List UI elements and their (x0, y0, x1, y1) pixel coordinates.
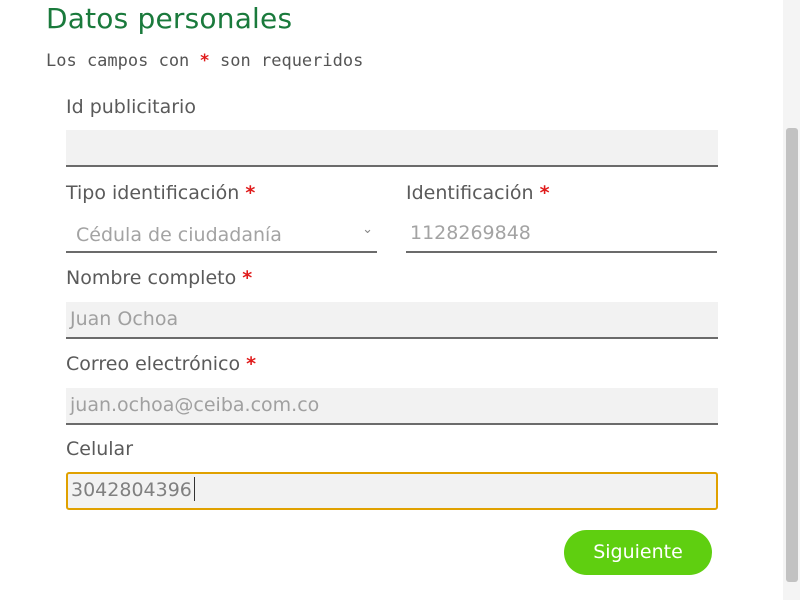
required-note-prefix: Los campos con (46, 51, 190, 71)
required-star: * (245, 182, 256, 204)
celular-label: Celular (66, 438, 133, 460)
identificacion-value: 1128269848 (410, 222, 531, 244)
celular-value: 3042804396 (71, 479, 192, 501)
tipo-identificacion-select[interactable]: Cédula de ciudadanía ⌄ (66, 218, 377, 253)
nombre-completo-label-text: Nombre completo (66, 267, 237, 289)
required-star: * (199, 51, 210, 71)
required-note: Los campos con * son requeridos (46, 51, 363, 71)
required-star: * (242, 267, 253, 289)
form-title: Datos personales (46, 2, 293, 35)
tipo-identificacion-label-text: Tipo identificación (66, 182, 240, 204)
nombre-completo-input[interactable]: Juan Ochoa (66, 302, 718, 339)
identificacion-input[interactable]: 1128269848 (406, 218, 717, 253)
correo-label-text: Correo electrónico (66, 353, 241, 375)
id-publicitario-label-text: Id publicitario (66, 96, 196, 118)
next-button[interactable]: Siguiente (564, 530, 712, 575)
tipo-identificacion-selected: Cédula de ciudadanía (76, 224, 282, 246)
identificacion-label-text: Identificación (406, 182, 534, 204)
nombre-completo-label: Nombre completo * (66, 267, 252, 289)
chevron-down-icon: ⌄ (362, 222, 373, 237)
required-note-suffix: son requeridos (220, 51, 364, 71)
personal-data-form: Datos personales Los campos con * son re… (0, 0, 800, 600)
required-star: * (539, 182, 550, 204)
identificacion-label: Identificación * (406, 182, 550, 204)
correo-input[interactable]: juan.ochoa@ceiba.com.co (66, 388, 718, 425)
celular-input[interactable]: 3042804396 (66, 472, 718, 510)
id-publicitario-label: Id publicitario (66, 96, 196, 118)
id-publicitario-input[interactable] (66, 130, 718, 167)
correo-label: Correo electrónico * (66, 353, 256, 375)
scrollbar-thumb[interactable] (786, 128, 798, 582)
tipo-identificacion-label: Tipo identificación * (66, 182, 255, 204)
text-caret (193, 477, 195, 501)
required-star: * (246, 353, 257, 375)
celular-label-text: Celular (66, 438, 134, 460)
